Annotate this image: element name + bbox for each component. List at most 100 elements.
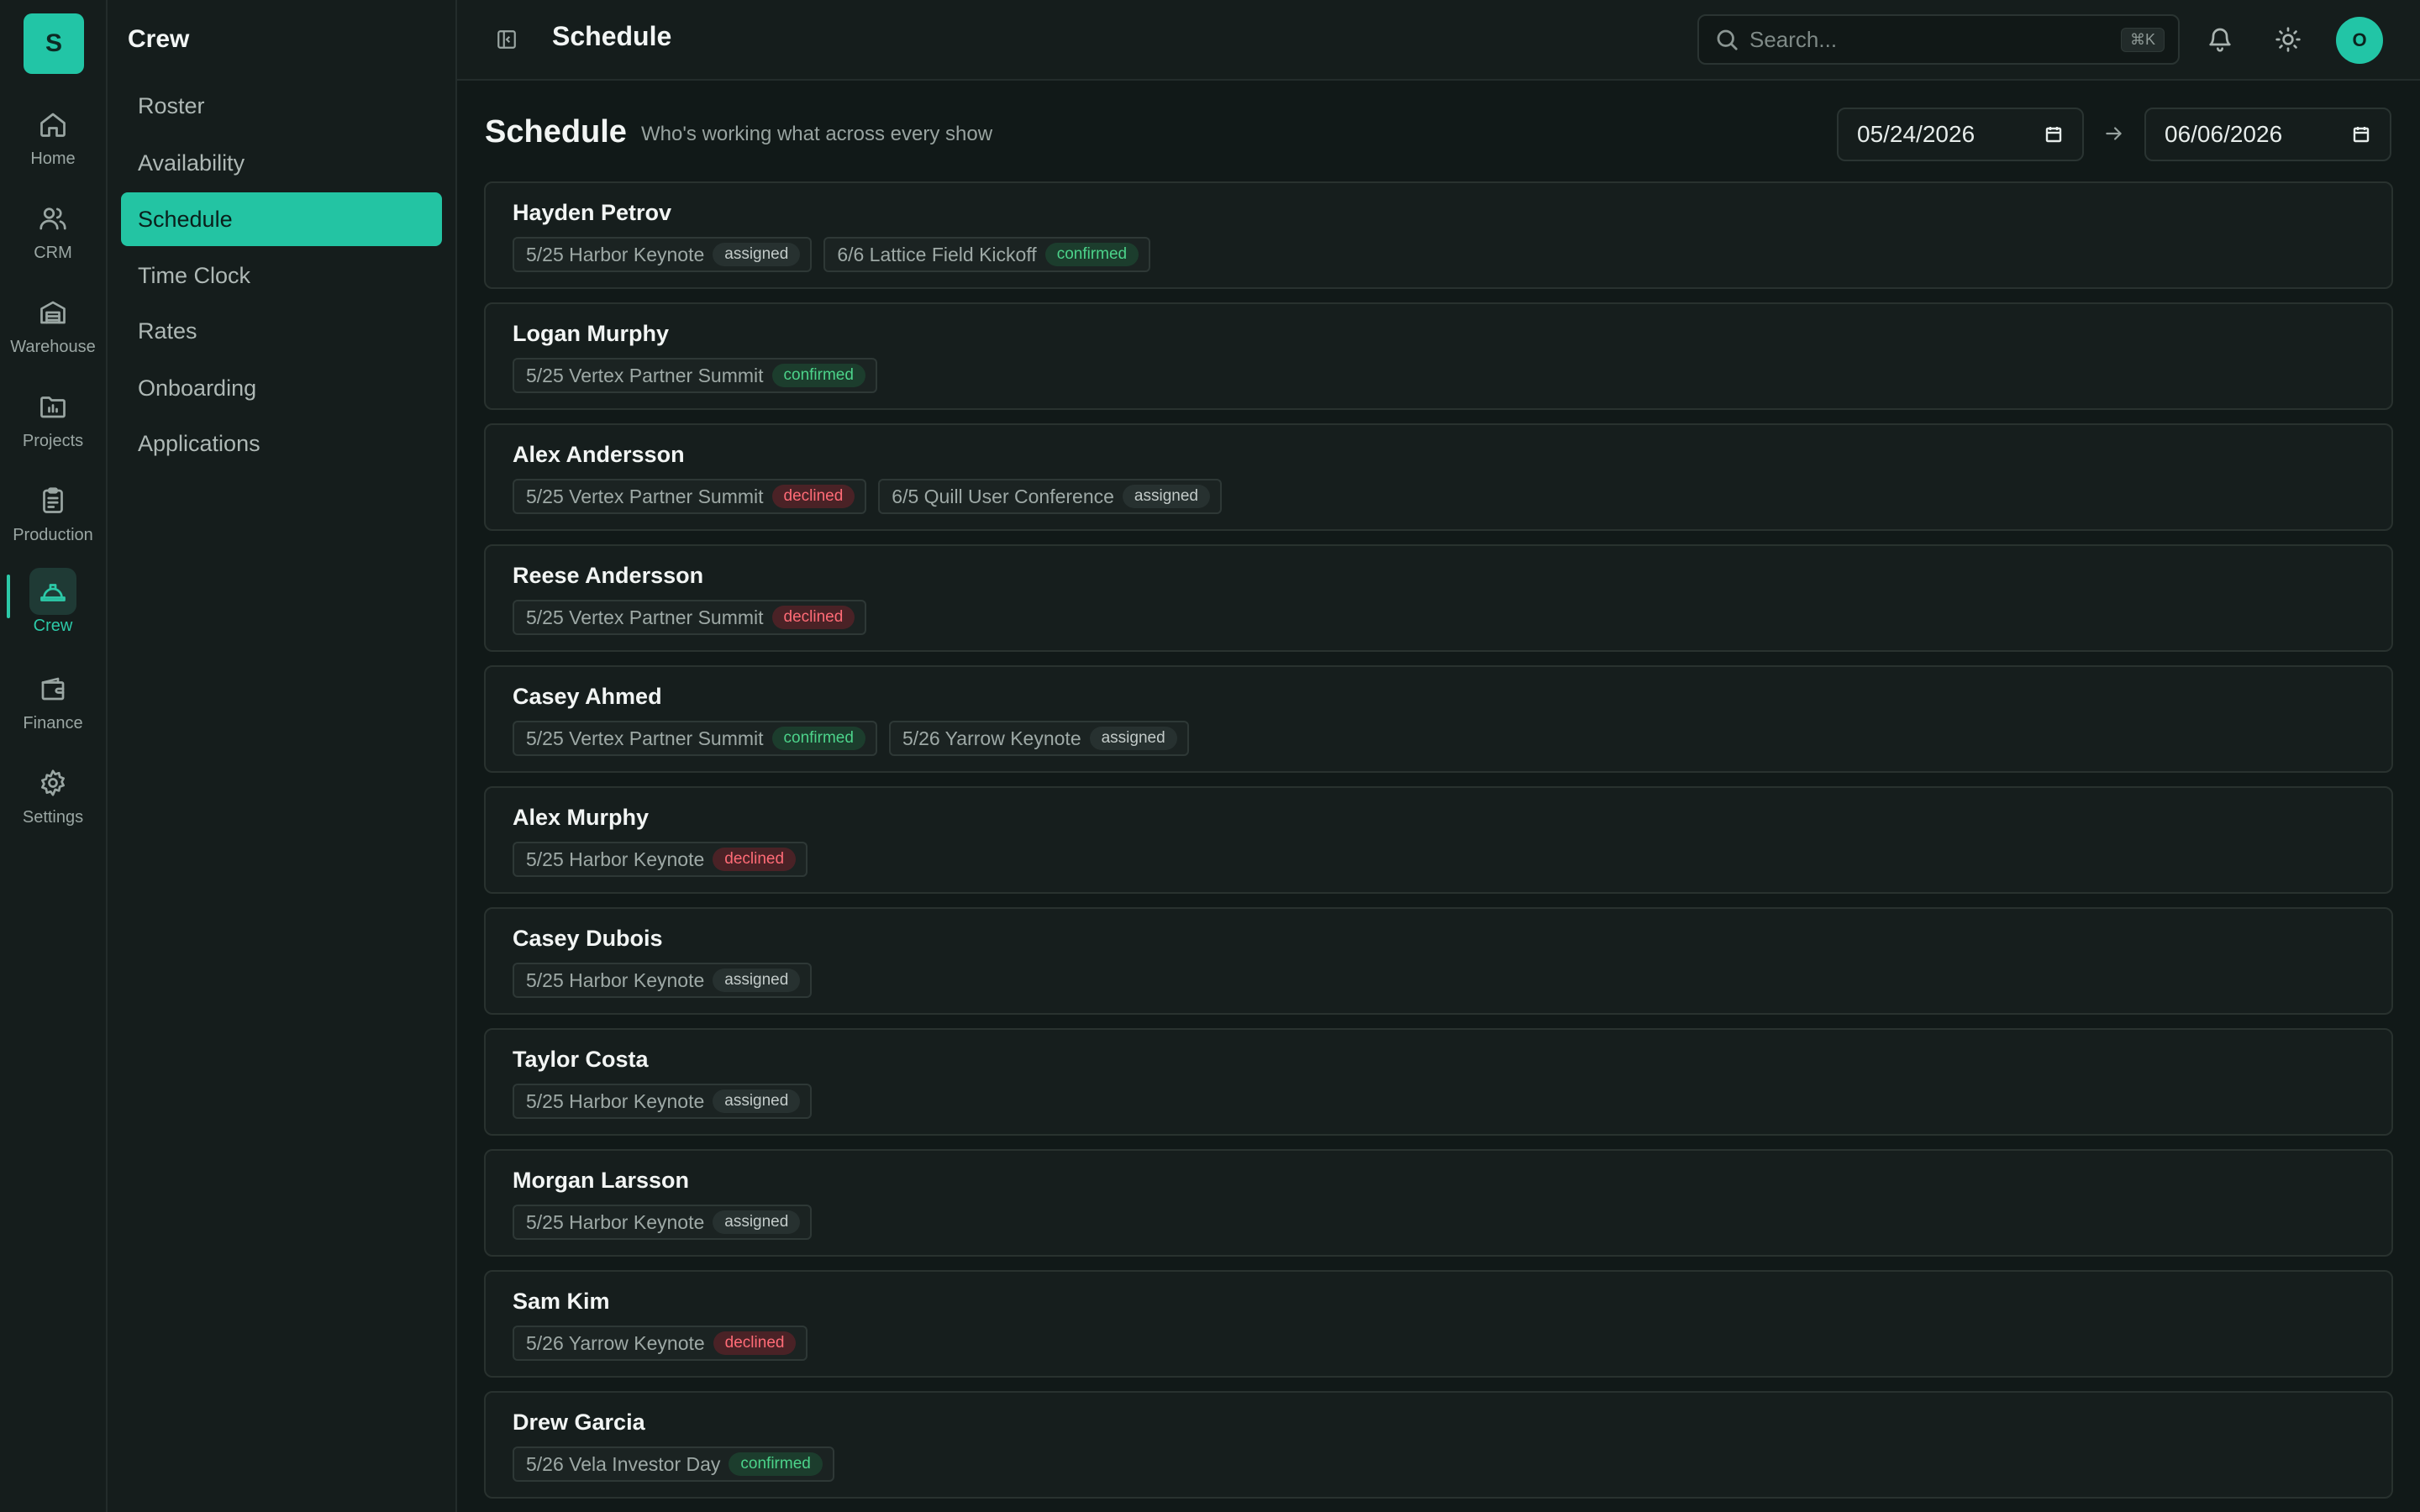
search-input[interactable] — [1748, 25, 2121, 54]
status-badge: assigned — [713, 1089, 801, 1113]
rail-item-warehouse[interactable]: Warehouse — [0, 289, 106, 373]
assignment-chip[interactable]: 6/5 Quill User Conference assigned — [878, 479, 1222, 514]
theme-toggle-button[interactable] — [2271, 23, 2305, 56]
status-badge: confirmed — [1044, 243, 1139, 266]
assignment-event: 5/26 Yarrow Keynote — [526, 1331, 705, 1354]
crew-name: Sam Kim — [513, 1289, 610, 1314]
assignment-event: 5/25 Vertex Partner Summit — [526, 727, 764, 749]
arrow-right-icon — [2103, 123, 2125, 144]
rail-item-crew[interactable]: Crew — [0, 568, 106, 652]
assignment-chip[interactable]: 5/25 Vertex Partner Summit confirmed — [513, 358, 877, 393]
subnav-item-onboarding[interactable]: Onboarding — [121, 361, 442, 415]
rail-item-finance[interactable]: Finance — [0, 665, 106, 749]
notifications-button[interactable] — [2203, 23, 2237, 56]
crew-card: Hayden Petrov 5/25 Harbor Keynote assigne… — [484, 181, 2393, 289]
assignment-chip[interactable]: 5/26 Yarrow Keynote assigned — [888, 721, 1189, 756]
crew-name: Alex Murphy — [513, 805, 650, 830]
crew-name: Casey Dubois — [513, 926, 663, 951]
status-badge: assigned — [713, 1210, 801, 1234]
assignment-chip[interactable]: 5/25 Harbor Keynote assigned — [513, 1084, 813, 1119]
rail-item-label: Warehouse — [10, 338, 96, 356]
assignment-list: 5/26 Yarrow Keynote declined — [513, 1326, 808, 1361]
assignment-event: 5/25 Harbor Keynote — [526, 848, 705, 870]
date-from-input[interactable]: 05/24/2026 — [1837, 108, 2084, 161]
status-badge: assigned — [713, 969, 801, 992]
rail-item-crm[interactable]: CRM — [0, 195, 106, 279]
crew-card: Casey Dubois 5/25 Harbor Keynote assigned — [484, 907, 2393, 1015]
crew-name: Alex Andersson — [513, 442, 685, 467]
rail-item-settings[interactable]: Settings — [0, 759, 106, 843]
status-badge: assigned — [1089, 727, 1177, 750]
crew-name: Drew Garcia — [513, 1410, 645, 1435]
subnav-item-schedule[interactable]: Schedule — [121, 192, 442, 246]
crew-card: Reese Andersson 5/25 Vertex Partner Summ… — [484, 544, 2393, 652]
assignment-list: 5/25 Harbor Keynote assigned — [513, 1205, 813, 1240]
assignment-chip[interactable]: 5/25 Harbor Keynote declined — [513, 842, 808, 877]
sun-icon — [2275, 27, 2301, 52]
assignment-event: 5/25 Harbor Keynote — [526, 969, 705, 991]
assignment-chip[interactable]: 5/26 Vela Investor Day confirmed — [513, 1446, 834, 1482]
rail-item-label: Crew — [33, 617, 73, 635]
subnav-item-availability[interactable]: Availability — [121, 136, 442, 190]
assignment-list: 5/25 Harbor Keynote assigned 6/6 Lattice … — [513, 237, 1151, 272]
assignment-event: 5/25 Vertex Partner Summit — [526, 485, 764, 507]
subnav-item-rates[interactable]: Rates — [121, 304, 442, 358]
section-title: Crew — [128, 25, 190, 53]
assignment-chip[interactable]: 5/26 Yarrow Keynote declined — [513, 1326, 808, 1361]
date-to-input[interactable]: 06/06/2026 — [2144, 108, 2391, 161]
crew-card: Morgan Larsson 5/25 Harbor Keynote assign… — [484, 1149, 2393, 1257]
assignment-chip[interactable]: 5/25 Vertex Partner Summit declined — [513, 600, 867, 635]
icon-rail: S Home CRM Warehouse Projects Production — [0, 0, 108, 1512]
rail-item-label: Finance — [23, 714, 83, 732]
status-badge: confirmed — [729, 1452, 823, 1476]
subnav-item-time-clock[interactable]: Time Clock — [121, 249, 442, 302]
date-from-value: 05/24/2026 — [1857, 121, 1975, 147]
sidebar-toggle-icon — [497, 30, 516, 49]
rail-item-label: Production — [13, 526, 93, 544]
assignment-list: 5/25 Vertex Partner Summit confirmed 5/26… — [513, 721, 1189, 756]
crew-card: Alex Murphy 5/25 Harbor Keynote declined — [484, 786, 2393, 894]
rail-item-home[interactable]: Home — [0, 101, 106, 185]
sidebar-toggle-button[interactable] — [492, 25, 521, 54]
crew-name: Morgan Larsson — [513, 1168, 690, 1193]
search-box[interactable]: ⌘K — [1697, 14, 2180, 65]
rail-item-production[interactable]: Production — [0, 477, 106, 561]
assignment-chip[interactable]: 6/6 Lattice Field Kickoff confirmed — [823, 237, 1151, 272]
section-sidebar: Crew Roster Availability Schedule Time C… — [108, 0, 457, 1512]
main-heading: Schedule — [485, 114, 627, 150]
subnav-item-applications[interactable]: Applications — [121, 417, 442, 470]
assignment-list: 5/25 Harbor Keynote declined — [513, 842, 808, 877]
assignment-list: 5/25 Vertex Partner Summit declined 6/5 Q… — [513, 479, 1222, 514]
avatar[interactable]: O — [2336, 17, 2383, 64]
wallet-icon — [29, 665, 76, 712]
crew-card: Alex Andersson 5/25 Vertex Partner Summi… — [484, 423, 2393, 531]
gear-icon — [29, 759, 76, 806]
assignment-chip[interactable]: 5/25 Harbor Keynote assigned — [513, 1205, 813, 1240]
users-icon — [29, 195, 76, 242]
calendar-icon[interactable] — [2351, 124, 2371, 144]
search-icon — [1717, 29, 1738, 50]
assignment-chip[interactable]: 5/25 Harbor Keynote assigned — [513, 237, 813, 272]
calendar-icon[interactable] — [2044, 124, 2064, 144]
subnav-item-roster[interactable]: Roster — [121, 79, 442, 133]
clipboard-icon — [29, 477, 76, 524]
assignment-chip[interactable]: 5/25 Vertex Partner Summit confirmed — [513, 721, 877, 756]
assignment-list: 5/25 Vertex Partner Summit confirmed — [513, 358, 877, 393]
rail-item-projects[interactable]: Projects — [0, 383, 106, 467]
assignment-event: 5/25 Harbor Keynote — [526, 243, 705, 265]
hardhat-icon — [29, 568, 76, 615]
assignment-list: 5/25 Harbor Keynote assigned — [513, 963, 813, 998]
crew-card: Logan Murphy 5/25 Vertex Partner Summit c… — [484, 302, 2393, 410]
assignment-event: 5/25 Harbor Keynote — [526, 1210, 705, 1233]
assignment-event: 6/5 Quill User Conference — [892, 485, 1114, 507]
crew-schedule-list: Hayden Petrov 5/25 Harbor Keynote assigne… — [484, 181, 2393, 1512]
assignment-chip[interactable]: 5/25 Harbor Keynote assigned — [513, 963, 813, 998]
status-badge: declined — [713, 1331, 797, 1355]
assignment-chip[interactable]: 5/25 Vertex Partner Summit declined — [513, 479, 867, 514]
crew-card: Sam Kim 5/26 Yarrow Keynote declined — [484, 1270, 2393, 1378]
bell-icon — [2209, 28, 2231, 52]
crew-name: Taylor Costa — [513, 1047, 649, 1072]
warehouse-icon — [29, 289, 76, 336]
status-badge: confirmed — [771, 364, 865, 387]
app-logo[interactable]: S — [24, 13, 84, 74]
